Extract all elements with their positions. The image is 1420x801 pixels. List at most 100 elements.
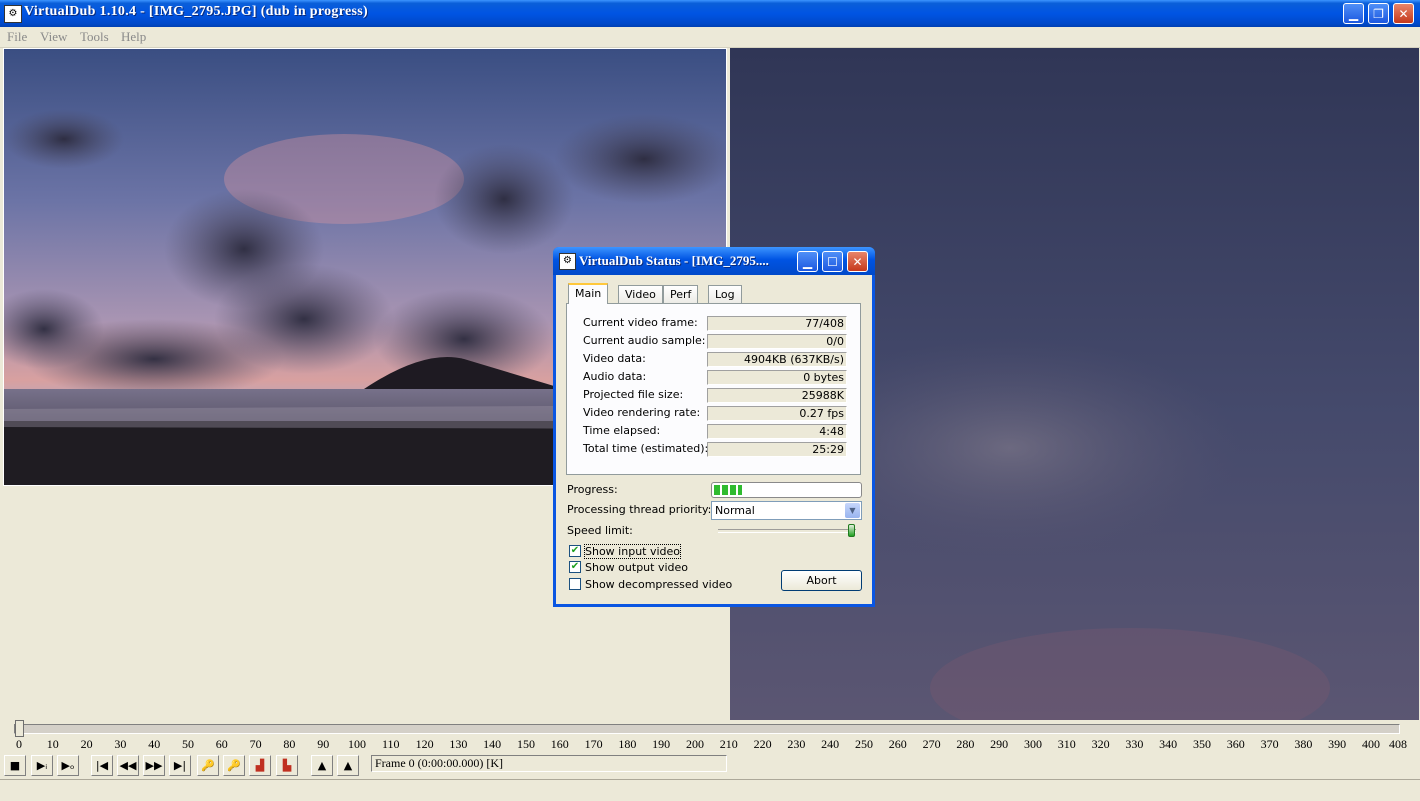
mark-out-button[interactable]: ▲ bbox=[337, 755, 359, 776]
minimize-icon: ▁ bbox=[802, 255, 813, 269]
speed-limit-label: Speed limit: bbox=[567, 524, 633, 537]
prev-frame-button[interactable]: ◀◀ bbox=[117, 755, 139, 776]
play-input-icon: ▶ᵢ bbox=[36, 759, 48, 772]
timeline-tick-label: 130 bbox=[449, 737, 468, 751]
play-output-button[interactable]: ▶ₒ bbox=[57, 755, 79, 776]
priority-value: Normal bbox=[715, 504, 755, 517]
show-output-video-checkbox[interactable]: ✔ bbox=[569, 561, 581, 573]
timeline-tick-label: 400 bbox=[1361, 737, 1380, 751]
menu-view[interactable]: View bbox=[40, 29, 67, 45]
timeline-tick-label: 210 bbox=[719, 737, 738, 751]
timeline-tick-label: 380 bbox=[1294, 737, 1313, 751]
timeline-tick-label: 240 bbox=[821, 737, 840, 751]
timeline-tick-label: 110 bbox=[382, 737, 400, 751]
timeline-trackbar[interactable] bbox=[14, 724, 1400, 734]
play-output-icon: ▶ₒ bbox=[61, 759, 75, 772]
dialog-title-bar: ⚙ VirtualDub Status - [IMG_2795.... ▁ ☐ … bbox=[553, 247, 875, 275]
go-start-icon: |◀ bbox=[95, 759, 109, 772]
tab-main[interactable]: Main bbox=[568, 283, 609, 304]
timeline-tick-label: 160 bbox=[550, 737, 569, 751]
app-icon[interactable]: ⚙ bbox=[4, 5, 22, 23]
stat-label: Projected file size: bbox=[583, 388, 684, 401]
timeline-tick-label: 70 bbox=[249, 737, 262, 751]
tab-perf[interactable]: Perf bbox=[663, 285, 699, 303]
close-icon: ✕ bbox=[852, 255, 863, 269]
speed-limit-slider-thumb[interactable] bbox=[848, 524, 855, 537]
stat-label: Total time (estimated): bbox=[583, 442, 709, 455]
progress-bar bbox=[711, 482, 862, 498]
current-audio-sample-value: 0/0 bbox=[707, 334, 847, 349]
mark-out-icon: ▲ bbox=[343, 759, 353, 772]
chevron-down-icon[interactable]: ▼ bbox=[845, 503, 860, 518]
go-start-button[interactable]: |◀ bbox=[91, 755, 113, 776]
frame-status: Frame 0 (0:00:00.000) [K] bbox=[371, 755, 727, 772]
window-title: VirtualDub 1.10.4 - [IMG_2795.JPG] (dub … bbox=[24, 4, 368, 19]
checkmark-icon: ✔ bbox=[570, 545, 580, 556]
timeline-tick-label: 230 bbox=[787, 737, 806, 751]
maximize-icon: ☐ bbox=[827, 255, 838, 269]
restore-icon: ❐ bbox=[1373, 7, 1384, 21]
timeline-tick-label: 150 bbox=[516, 737, 535, 751]
next-frame-button[interactable]: ▶▶ bbox=[143, 755, 165, 776]
priority-select[interactable]: Normal ▼ bbox=[711, 501, 862, 520]
show-decompressed-video-label[interactable]: Show decompressed video bbox=[585, 578, 732, 591]
mark-in-button[interactable]: ▲ bbox=[311, 755, 333, 776]
abort-button[interactable]: Abort bbox=[781, 570, 862, 591]
dialog-close-button[interactable]: ✕ bbox=[847, 251, 868, 272]
timeline-tick-label: 350 bbox=[1192, 737, 1211, 751]
show-decompressed-video-checkbox[interactable] bbox=[569, 578, 581, 590]
current-video-frame-value: 77/408 bbox=[707, 316, 847, 331]
timeline-tick-label: 290 bbox=[990, 737, 1009, 751]
timeline-tick-label: 220 bbox=[753, 737, 772, 751]
next-scene-button[interactable]: ▙ bbox=[276, 755, 298, 776]
timeline-tick-label: 20 bbox=[80, 737, 93, 751]
show-output-video-label[interactable]: Show output video bbox=[585, 561, 688, 574]
timeline-tick-label: 60 bbox=[215, 737, 228, 751]
timeline-tick-label: 408 bbox=[1389, 737, 1407, 751]
prev-scene-button[interactable]: ▟ bbox=[249, 755, 271, 776]
projected-file-size-value: 25988K bbox=[707, 388, 847, 403]
minimize-button[interactable]: ▁ bbox=[1343, 3, 1364, 24]
priority-label: Processing thread priority: bbox=[567, 503, 712, 516]
go-end-icon: ▶| bbox=[173, 759, 187, 772]
timeline-tick-label: 200 bbox=[685, 737, 704, 751]
progress-fill bbox=[714, 485, 742, 495]
go-end-button[interactable]: ▶| bbox=[169, 755, 191, 776]
timeline-tick-label: 120 bbox=[415, 737, 434, 751]
timeline-tick-label: 360 bbox=[1226, 737, 1245, 751]
show-input-video-checkbox[interactable]: ✔ bbox=[569, 545, 581, 557]
title-bar: ⚙ VirtualDub 1.10.4 - [IMG_2795.JPG] (du… bbox=[0, 0, 1420, 27]
timeline-tick-label: 90 bbox=[317, 737, 330, 751]
stop-button[interactable]: ■ bbox=[4, 755, 26, 776]
timeline-tick-label: 50 bbox=[181, 737, 194, 751]
mark-in-icon: ▲ bbox=[317, 759, 327, 772]
prev-frame-icon: ◀◀ bbox=[119, 759, 137, 772]
timeline-tick-label: 10 bbox=[46, 737, 59, 751]
timeline-tick-label: 260 bbox=[888, 737, 907, 751]
stat-label: Current audio sample: bbox=[583, 334, 706, 347]
timeline-tick-label: 80 bbox=[283, 737, 296, 751]
video-rendering-rate-value: 0.27 fps bbox=[707, 406, 847, 421]
tab-video[interactable]: Video bbox=[618, 285, 663, 303]
timeline-tick-label: 270 bbox=[922, 737, 941, 751]
close-button[interactable]: ✕ bbox=[1393, 3, 1414, 24]
prev-keyframe-icon: 🔑 bbox=[201, 759, 215, 772]
timeline-tick-label: 170 bbox=[584, 737, 603, 751]
restore-button[interactable]: ❐ bbox=[1368, 3, 1389, 24]
show-input-video-label[interactable]: Show input video bbox=[583, 544, 682, 559]
menu-file[interactable]: File bbox=[7, 29, 27, 45]
menu-help[interactable]: Help bbox=[121, 29, 146, 45]
speed-limit-slider[interactable] bbox=[718, 529, 856, 533]
dialog-minimize-button[interactable]: ▁ bbox=[797, 251, 818, 272]
timeline-thumb[interactable] bbox=[15, 720, 24, 737]
timeline-tick-label: 340 bbox=[1159, 737, 1178, 751]
progress-label: Progress: bbox=[567, 483, 618, 496]
stat-label: Video rendering rate: bbox=[583, 406, 701, 419]
timeline-tick-label: 330 bbox=[1125, 737, 1144, 751]
tab-log[interactable]: Log bbox=[708, 285, 742, 303]
menu-tools[interactable]: Tools bbox=[80, 29, 109, 45]
play-input-button[interactable]: ▶ᵢ bbox=[31, 755, 53, 776]
dialog-maximize-button[interactable]: ☐ bbox=[822, 251, 843, 272]
next-keyframe-button[interactable]: 🔑 bbox=[223, 755, 245, 776]
prev-keyframe-button[interactable]: 🔑 bbox=[197, 755, 219, 776]
